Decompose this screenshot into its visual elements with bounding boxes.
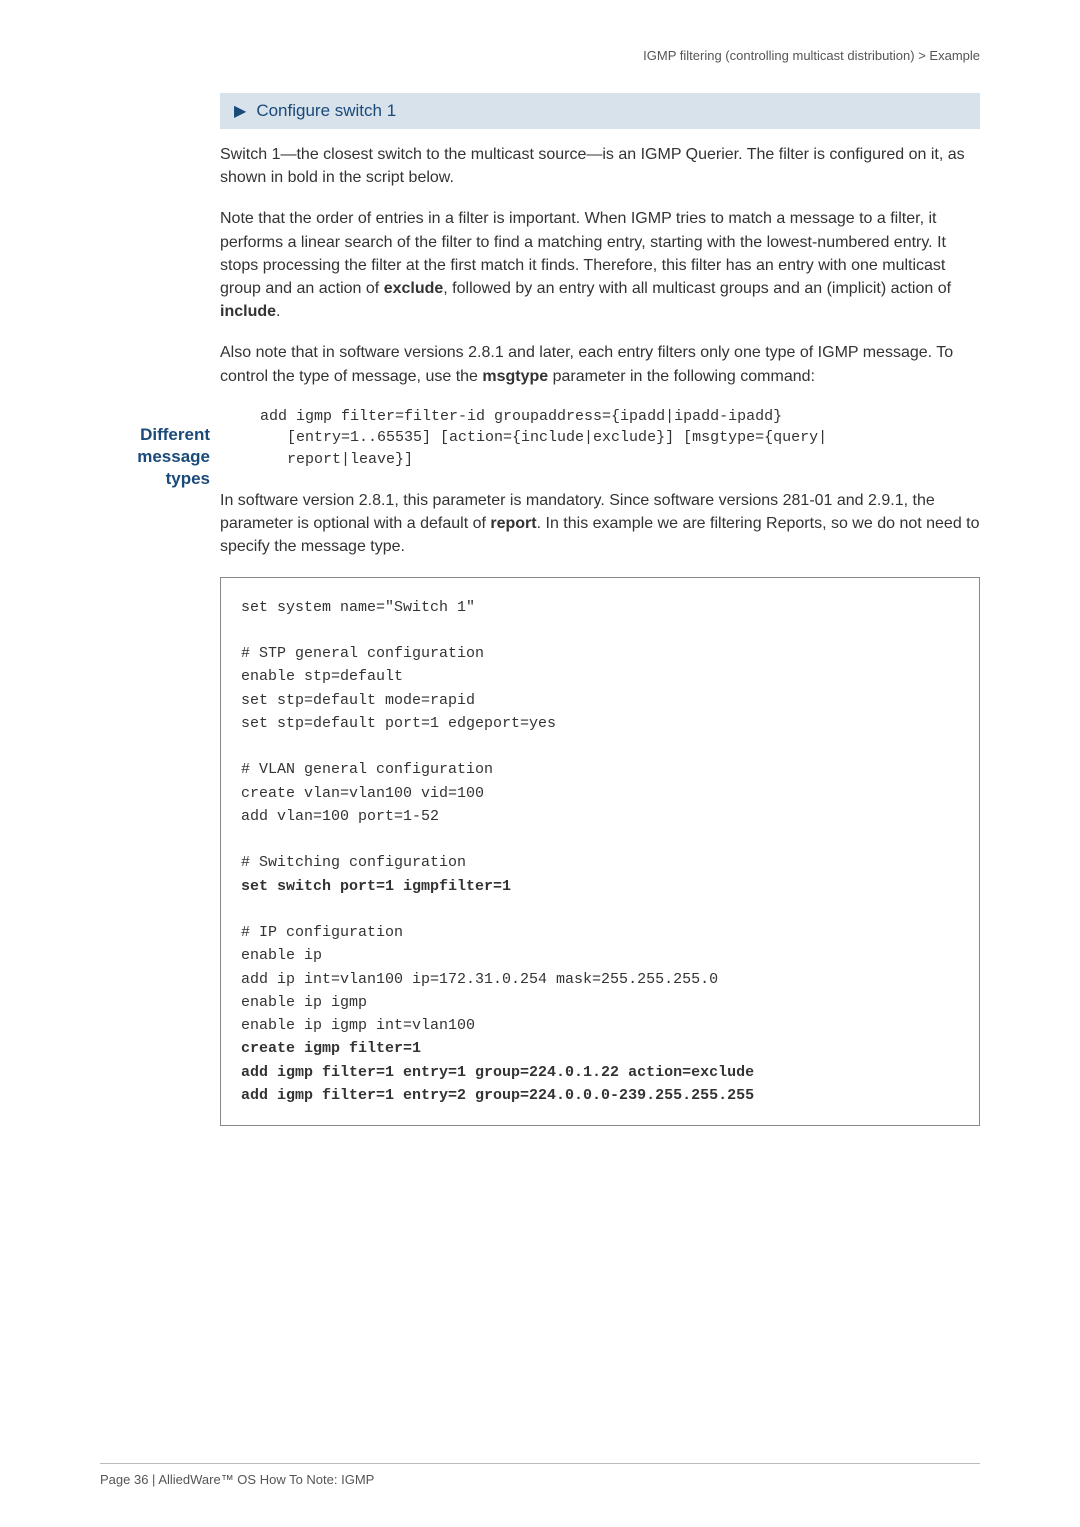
header-sep: > bbox=[915, 48, 930, 63]
cfg-l20: create igmp filter=1 bbox=[241, 1040, 421, 1057]
cfg-l16: enable ip bbox=[241, 947, 322, 964]
cfg-l4: enable stp=default bbox=[241, 668, 403, 685]
para4-b: report bbox=[490, 515, 536, 532]
cfg-l6: set stp=default port=1 edgeport=yes bbox=[241, 715, 556, 732]
para2-b: exclude bbox=[384, 280, 444, 297]
para3-b: msgtype bbox=[482, 368, 548, 385]
para2-c: , followed by an entry with all multicas… bbox=[443, 280, 951, 297]
config-script-box: set system name="Switch 1" # STP general… bbox=[220, 577, 980, 1127]
section-heading-text: Configure switch 1 bbox=[256, 101, 396, 121]
cfg-l1: set system name="Switch 1" bbox=[241, 599, 475, 616]
cfg-l17: add ip int=vlan100 ip=172.31.0.254 mask=… bbox=[241, 971, 718, 988]
side-label-different-message-types: Different message types bbox=[100, 424, 210, 490]
header-left: IGMP filtering (controlling multicast di… bbox=[643, 48, 914, 63]
para2-d: include bbox=[220, 303, 276, 320]
paragraph-intro: Switch 1—the closest switch to the multi… bbox=[220, 143, 980, 189]
cfg-l5: set stp=default mode=rapid bbox=[241, 692, 475, 709]
cfg-l15: # IP configuration bbox=[241, 924, 403, 941]
triangle-right-icon: ▶ bbox=[234, 101, 246, 121]
cfg-l9: create vlan=vlan100 vid=100 bbox=[241, 785, 484, 802]
code-command: add igmp filter=filter-id groupaddress={… bbox=[260, 406, 980, 471]
paragraph-order: Note that the order of entries in a filt… bbox=[220, 207, 980, 323]
page-footer: Page 36 | AlliedWare™ OS How To Note: IG… bbox=[100, 1463, 980, 1487]
para2-e: . bbox=[276, 303, 280, 320]
header-right: Example bbox=[929, 48, 980, 63]
cfg-l10: add vlan=100 port=1-52 bbox=[241, 808, 439, 825]
cfg-l13: set switch port=1 igmpfilter=1 bbox=[241, 878, 511, 895]
cfg-l22: add igmp filter=1 entry=2 group=224.0.0.… bbox=[241, 1087, 754, 1104]
page-header: IGMP filtering (controlling multicast di… bbox=[100, 48, 980, 63]
para3-c: parameter in the following command: bbox=[548, 368, 815, 385]
cfg-l19: enable ip igmp int=vlan100 bbox=[241, 1017, 475, 1034]
cfg-l21: add igmp filter=1 entry=1 group=224.0.1.… bbox=[241, 1064, 754, 1081]
section-heading-bar: ▶ Configure switch 1 bbox=[220, 93, 980, 129]
cfg-l18: enable ip igmp bbox=[241, 994, 367, 1011]
cfg-l3: # STP general configuration bbox=[241, 645, 484, 662]
paragraph-report: In software version 2.8.1, this paramete… bbox=[220, 489, 980, 559]
cfg-l12: # Switching configuration bbox=[241, 854, 466, 871]
cfg-l8: # VLAN general configuration bbox=[241, 761, 493, 778]
paragraph-msgtype: Also note that in software versions 2.8.… bbox=[220, 341, 980, 387]
